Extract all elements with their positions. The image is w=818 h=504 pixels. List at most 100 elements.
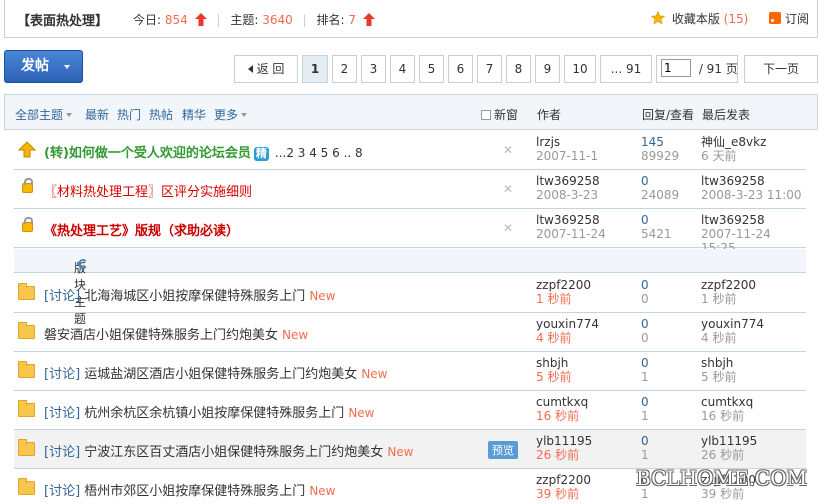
filter-hot-posts[interactable]: 热帖 <box>149 106 173 123</box>
stats-cell: 01 <box>641 356 649 384</box>
new-badge: New <box>309 289 336 303</box>
author-name[interactable]: ylb11195 <box>536 434 592 448</box>
page-jump-input[interactable] <box>661 59 691 77</box>
page-link-9[interactable]: 9 <box>535 55 560 83</box>
page-link-last[interactable]: ... 91 <box>600 55 652 83</box>
filter-latest[interactable]: 最新 <box>85 106 109 123</box>
preview-button[interactable]: 预览 <box>488 441 518 459</box>
reply-count[interactable]: 0 <box>641 317 649 331</box>
page-link-10[interactable]: 10 <box>564 55 596 83</box>
reply-count[interactable]: 0 <box>641 395 649 409</box>
subscribe-link[interactable]: 订阅 <box>769 10 809 27</box>
thread-page-links[interactable]: ...2 3 4 5 6 .. 8 <box>275 146 363 160</box>
thread-tag[interactable]: [讨论] <box>44 484 80 499</box>
favorite-forum-link[interactable]: 收藏本版 (15) <box>650 10 749 27</box>
refresh-icon[interactable] <box>78 259 88 269</box>
author-name[interactable]: zzpf2200 <box>536 278 591 292</box>
post-time: 16 秒前 <box>536 409 580 423</box>
thread-title-link[interactable]: 磐安酒店小姐保健特殊服务上门约炮美女 New <box>44 324 308 343</box>
last-poster[interactable]: cumtkxq <box>701 395 753 409</box>
last-poster[interactable]: shbjh <box>701 356 736 370</box>
last-post-time[interactable]: 1 秒前 <box>701 292 756 306</box>
new-window-label: 新窗 <box>494 108 519 122</box>
author-cell: ltw369258 2008-3-23 <box>536 174 600 202</box>
view-count: 0 <box>641 331 649 345</box>
last-poster[interactable]: ylb11195 <box>701 434 757 448</box>
author-name[interactable]: lrzjs <box>536 135 598 149</box>
reply-count[interactable]: 0 <box>641 278 649 292</box>
author-name[interactable]: zzpf2200 <box>536 473 591 487</box>
thread-title-link[interactable]: [讨论] 宁波江东区百丈酒店小姐保健特殊服务上门约炮美女 New <box>44 441 414 460</box>
close-icon[interactable]: ✕ <box>503 221 513 235</box>
page-link-2[interactable]: 2 <box>332 55 357 83</box>
back-button[interactable]: 返 回 <box>234 55 298 83</box>
new-window-checkbox[interactable] <box>481 110 491 120</box>
last-post-cell: shbjh 5 秒前 <box>701 356 736 384</box>
thread-title-link[interactable]: [讨论] 杭州余杭区余杭镇小姐按摩保健特殊服务上门 New <box>44 402 375 421</box>
author-column-header: 作者 <box>537 108 562 122</box>
page-link-8[interactable]: 8 <box>506 55 531 83</box>
author-name[interactable]: ltw369258 <box>536 174 600 188</box>
filter-more[interactable]: 更多 <box>214 106 248 123</box>
new-window-toggle[interactable]: 新窗 <box>481 106 518 123</box>
next-page-button[interactable]: 下一页 <box>744 55 818 83</box>
new-post-button[interactable]: 发帖 <box>4 50 83 83</box>
last-post-time[interactable]: 26 秒前 <box>701 448 757 462</box>
thread-title-link[interactable]: [讨论] 北海海城区小姐按摩保健特殊服务上门 New <box>44 285 336 304</box>
thread-title-link[interactable]: 〖材料热处理工程〗区评分实施细则 <box>44 181 252 200</box>
last-post-time[interactable]: 16 秒前 <box>701 409 753 423</box>
thread-title: 磐安酒店小姐保健特殊服务上门约炮美女 <box>44 328 279 343</box>
close-icon[interactable]: ✕ <box>503 143 513 157</box>
author-name[interactable]: shbjh <box>536 356 571 370</box>
reply-count[interactable]: 0 <box>641 356 649 370</box>
last-poster[interactable]: ltw369258 <box>701 213 806 227</box>
last-post-time[interactable]: 5 秒前 <box>701 370 736 384</box>
author-name[interactable]: cumtkxq <box>536 395 588 409</box>
last-post-time[interactable]: 4 秒前 <box>701 331 764 345</box>
filter-hot[interactable]: 热门 <box>117 106 141 123</box>
favorite-label: 收藏本版 <box>671 12 720 26</box>
thread-row: 磐安酒店小姐保健特殊服务上门约炮美女 New youxin774 4 秒前 00 y… <box>14 313 806 352</box>
view-count: 1 <box>641 370 649 384</box>
filter-digest[interactable]: 精华 <box>182 106 206 123</box>
author-name[interactable]: ltw369258 <box>536 213 606 227</box>
page-link-3[interactable]: 3 <box>361 55 386 83</box>
last-post-time[interactable]: 6 天前 <box>701 149 766 163</box>
pinned-thread-row: 《热处理工艺》版规（求助必读） ✕ ltw369258 2007-11-24 05… <box>14 209 806 255</box>
thread-tag[interactable]: [讨论] <box>44 445 80 460</box>
reply-count[interactable]: 145 <box>641 135 679 149</box>
back-label: 返 回 <box>256 62 285 76</box>
favorite-count: (15) <box>723 12 749 26</box>
reply-count[interactable]: 0 <box>641 174 679 188</box>
thread-title-link[interactable]: [讨论] 运城盐湖区酒店小姐保健特殊服务上门约炮美女 New <box>44 363 388 382</box>
page-link-7[interactable]: 7 <box>477 55 502 83</box>
thread-tag[interactable]: [讨论] <box>44 289 80 304</box>
thread-tag[interactable]: [讨论] <box>44 406 80 421</box>
more-label: 更多 <box>214 108 239 122</box>
last-poster[interactable]: zzpf2200 <box>701 278 756 292</box>
last-poster[interactable]: ltw369258 <box>701 174 802 188</box>
page-link-4[interactable]: 4 <box>390 55 415 83</box>
page-link-6[interactable]: 6 <box>448 55 473 83</box>
reply-count[interactable]: 0 <box>641 434 649 448</box>
thread-tag[interactable]: [讨论] <box>44 367 80 382</box>
page-link-5[interactable]: 5 <box>419 55 444 83</box>
thread-title-link[interactable]: 《热处理工艺》版规（求助必读） <box>44 220 239 239</box>
reply-count[interactable]: 0 <box>641 213 672 227</box>
thread-title-link[interactable]: [讨论] 梧州市郊区小姐按摩保健特殊服务上门 New <box>44 480 336 499</box>
last-post-time[interactable]: 2008-3-23 11:00 <box>701 188 802 202</box>
page-link-1[interactable]: 1 <box>302 55 328 83</box>
last-poster[interactable]: 神仙_e8vkz <box>701 135 766 149</box>
thread-title: 运城盐湖区酒店小姐保健特殊服务上门约炮美女 <box>84 367 358 382</box>
filter-all-topics[interactable]: 全部主题 <box>15 106 73 123</box>
thread-title-link[interactable]: (转)如何做一个受人欢迎的论坛会员精 ...2 3 4 5 6 .. 8 <box>44 142 363 161</box>
close-icon[interactable]: ✕ <box>503 182 513 196</box>
author-name[interactable]: youxin774 <box>536 317 599 331</box>
forum-stats: 今日: 854 | 主题: 3640 | 排名: 7 <box>133 11 375 28</box>
rss-icon <box>769 12 781 24</box>
stats-cell: 145 89929 <box>641 135 679 163</box>
replies-views-column-header: 回复/查看 <box>642 108 695 122</box>
rank-value: 7 <box>348 13 356 27</box>
author-cell: ylb11195 26 秒前 <box>536 434 592 462</box>
last-poster[interactable]: youxin774 <box>701 317 764 331</box>
